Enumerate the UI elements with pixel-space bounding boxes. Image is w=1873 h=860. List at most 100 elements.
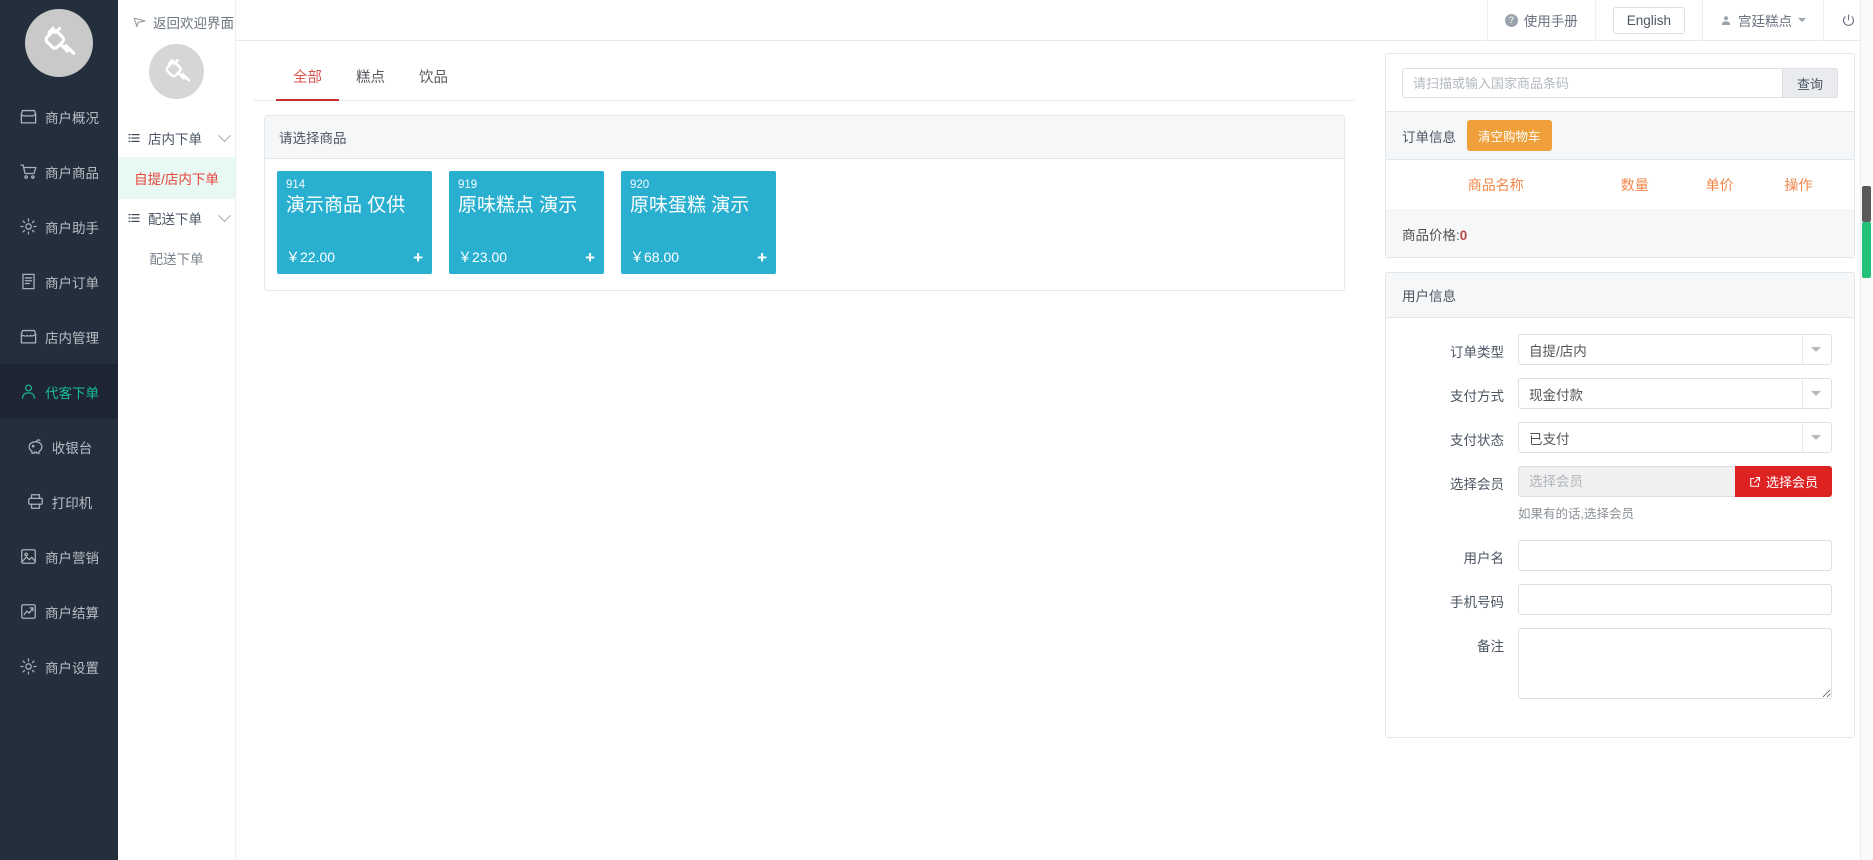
pay-status-select[interactable]: 已支付 [1518,422,1832,453]
sidebar-item-label: 商户结算 [45,602,99,622]
tab-1[interactable]: 糕点 [339,56,402,101]
user-info-form: 订单类型 自提/店内 支付方式 [1386,318,1854,737]
user-manual-button[interactable]: ? 使用手册 [1487,0,1595,41]
app-root: 商户概况商户商品商户助手商户订单店内管理代客下单收银台打印机商户营销商户结算商户… [0,0,1873,860]
remark-textarea[interactable] [1518,628,1832,699]
sidebar-item-5[interactable]: 代客下单 [0,364,118,419]
barcode-search-row: 查询 [1386,54,1854,111]
sidebar-item-9[interactable]: 商户结算 [0,584,118,639]
cart-total-row: 商品价格:0 [1386,211,1854,257]
order-info-label: 订单信息 [1402,126,1456,146]
cart-column-headers: 商品名称 数量 单价 操作 [1386,160,1854,211]
sidebar-item-label: 商户设置 [45,657,99,677]
username-row: 用户名 [1396,540,1832,571]
user-menu[interactable]: 宫廷糕点 [1702,0,1823,41]
subnav-link-0-0[interactable]: 自提/店内下单 [118,157,235,199]
phone-label: 手机号码 [1396,584,1518,611]
barcode-search-input[interactable] [1402,68,1782,98]
shop-icon [19,107,38,126]
back-to-welcome-link[interactable]: 返回欢迎界面 [133,12,234,32]
product-card[interactable]: 914 演示商品 仅供 ￥22.00 + [277,171,432,274]
sidebar-item-4[interactable]: 店内管理 [0,309,118,364]
username-input[interactable] [1518,540,1832,571]
cart-icon [19,162,38,181]
cart-total-label: 商品价格: [1402,228,1460,243]
select-member-button[interactable]: 选择会员 [1735,466,1832,497]
secondary-sidebar-logo [149,44,204,99]
sidebar-item-2[interactable]: 商户助手 [0,199,118,254]
pay-status-label: 支付状态 [1396,422,1518,449]
list-icon [127,132,141,144]
sidebar-item-label: 店内管理 [45,327,99,347]
chevron-down-icon [1811,391,1821,396]
plus-icon[interactable]: + [585,249,595,266]
cart-total-value: 0 [1460,228,1468,243]
phone-row: 手机号码 [1396,584,1832,615]
pay-method-select[interactable]: 现金付款 [1518,378,1832,409]
sidebar-item-0[interactable]: 商户概况 [0,89,118,144]
power-icon [1841,13,1856,28]
image-icon [19,547,38,566]
tab-2[interactable]: 饮品 [402,56,465,101]
sidebar-item-label: 商户概况 [45,107,99,127]
sidebar-item-8[interactable]: 商户营销 [0,529,118,584]
sidebar-item-label: 收银台 [52,437,93,457]
product-id: 920 [630,179,767,191]
plus-icon[interactable]: + [413,249,423,266]
sidebar-item-6[interactable]: 收银台 [0,419,118,474]
page-scrollbar[interactable] [1860,0,1873,860]
product-name: 原味蛋糕 演示 [630,195,767,241]
sidebar-item-label: 商户订单 [45,272,99,292]
piggy-bank-icon [26,437,45,456]
product-card[interactable]: 919原味糕点 演示￥23.00+ [449,171,604,274]
select-divider [1802,334,1803,365]
product-selection-column: 全部糕点饮品 请选择商品 914演示商品 仅供￥22.00+919原味糕点 演示… [236,41,1373,860]
tab-0[interactable]: 全部 [276,56,339,101]
chevron-down-icon [1811,347,1821,352]
cart-col-action: 操作 [1759,175,1838,195]
barcode-search-button[interactable]: 查询 [1782,68,1838,98]
content-area: 全部糕点饮品 请选择商品 914演示商品 仅供￥22.00+919原味糕点 演示… [236,41,1873,860]
subnav-group-1[interactable]: 配送下单 [118,199,235,237]
user-info-title: 用户信息 [1386,273,1854,318]
plus-icon[interactable]: + [757,249,767,266]
scrollbar-thumb-green[interactable] [1862,222,1871,278]
order-type-value: 自提/店内 [1529,340,1587,360]
sidebar-item-label: 商户助手 [45,217,99,237]
order-type-row: 订单类型 自提/店内 [1396,334,1832,365]
product-id: 919 [458,179,595,191]
scrollbar-thumb-grey[interactable] [1862,186,1871,222]
clear-cart-button[interactable]: 清空购物车 [1467,120,1552,151]
product-card[interactable]: 920原味蛋糕 演示￥68.00+ [621,171,776,274]
member-input[interactable] [1518,466,1735,497]
back-to-welcome-label: 返回欢迎界面 [153,12,234,32]
sidebar-item-1[interactable]: 商户商品 [0,144,118,199]
user-info-panel: 用户信息 订单类型 自提/店内 [1385,272,1855,738]
chevron-down-icon [218,209,231,222]
plug-icon [161,56,193,88]
sidebar-item-label: 商户营销 [45,547,99,567]
product-id: 914 [286,179,423,191]
phone-input[interactable] [1518,584,1832,615]
sidebar-item-10[interactable]: 商户设置 [0,639,118,694]
subnav-link-1-0[interactable]: 配送下单 [118,237,235,279]
product-price: ￥22.00 [286,247,335,267]
language-button[interactable]: English [1613,7,1685,34]
sidebar-item-3[interactable]: 商户订单 [0,254,118,309]
pay-method-value: 现金付款 [1529,384,1583,404]
sidebar-item-7[interactable]: 打印机 [0,474,118,529]
product-name: 演示商品 仅供 [286,195,423,241]
document-icon [19,272,38,291]
user-name-label: 宫廷糕点 [1738,10,1792,30]
top-bar: 返回欢迎界面 ? 使用手册 English 宫廷糕点 [236,0,1873,41]
products-panel-body: 914演示商品 仅供￥22.00+919原味糕点 演示￥23.00+920原味蛋… [265,159,1344,290]
order-column: 查询 订单信息 清空购物车 商品名称 数量 单价 操作 商品价格:0 [1373,41,1873,860]
language-switch-cell[interactable]: English [1595,0,1702,41]
chevron-down-icon [1798,18,1806,22]
user-manual-label: 使用手册 [1524,10,1578,30]
subnav-group-0[interactable]: 店内下单 [118,119,235,157]
product-price: ￥23.00 [458,247,507,267]
order-info-header: 订单信息 清空购物车 [1386,111,1854,160]
order-type-select[interactable]: 自提/店内 [1518,334,1832,365]
remark-row: 备注 [1396,628,1832,702]
